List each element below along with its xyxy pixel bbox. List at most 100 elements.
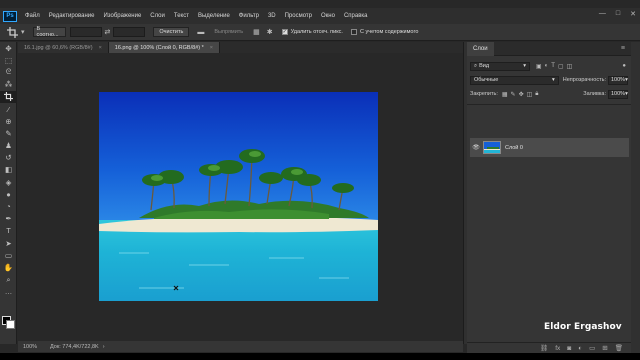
lock-fill-row: Закрепить: ▦ ✎ ✥ ◫ 🔒︎ Заливка: 100% ▾	[467, 88, 631, 100]
delete-layer-icon[interactable]: 🗑︎	[615, 344, 623, 352]
options-bar: ▾ В соотно... ⇄ Очистить ▬ Выпрямить ▦ ✱…	[0, 24, 640, 41]
gear-icon[interactable]: ✱	[267, 28, 273, 36]
photoshop-window: Ps Файл Редактирование Изображение Слои …	[0, 0, 640, 353]
lasso-tool-icon[interactable]: ᘓ	[0, 66, 17, 78]
magic-wand-tool-icon[interactable]: ⁂	[0, 79, 17, 91]
filter-pixel-icon[interactable]: ▣	[536, 63, 542, 70]
delete-cropped-pixels-label: Удалить отсеч. пикс.	[290, 29, 343, 35]
type-tool-icon[interactable]: T	[0, 225, 17, 237]
opacity-value: 100%	[611, 77, 626, 83]
hand-tool-icon[interactable]: ✋	[0, 261, 17, 273]
content-aware-checkbox[interactable]: С учетом содержимого	[350, 29, 419, 35]
dodge-tool-icon[interactable]: ◔	[0, 200, 17, 212]
background-color-swatch[interactable]	[6, 320, 15, 329]
layer-row-layer-0[interactable]: 👁︎ Слой 0	[470, 138, 629, 157]
adjustment-layer-icon[interactable]: ◐	[578, 345, 582, 352]
crop-tool-preset-icon[interactable]	[4, 26, 20, 39]
zoom-level[interactable]: 100%	[23, 344, 45, 350]
lock-label: Закрепить:	[470, 91, 498, 97]
filter-adjustment-icon[interactable]: ◐	[545, 63, 549, 69]
panel-menu-icon[interactable]: ≡	[621, 45, 625, 52]
width-input[interactable]	[69, 27, 102, 37]
chevron-right-icon[interactable]: ›	[103, 344, 105, 350]
chevron-down-icon[interactable]: ▾	[21, 28, 25, 36]
content-aware-label: С учетом содержимого	[359, 29, 419, 35]
close-icon[interactable]: ×	[210, 45, 213, 51]
layer-filter-row: ⌕ Вид ▾ ▣ ◐ T ▢ ◫ ●	[467, 60, 631, 72]
tab-layers[interactable]: Слои	[467, 41, 494, 56]
blend-mode-select[interactable]: Обычные ▾	[470, 75, 559, 85]
ratio-select[interactable]: В соотно...	[32, 26, 66, 38]
filter-toggle-icon[interactable]: ●	[622, 63, 626, 69]
checkbox-unchecked-icon	[350, 29, 357, 35]
straighten-button[interactable]: Выпрямить	[208, 27, 249, 37]
swap-icon[interactable]: ⇄	[105, 28, 111, 36]
zoom-tool-icon[interactable]: ⌕	[0, 274, 17, 286]
menu-select[interactable]: Выделение	[198, 13, 230, 19]
shape-tool-icon[interactable]: ▭	[0, 249, 17, 261]
eraser-tool-icon[interactable]: ◧	[0, 164, 17, 176]
delete-cropped-pixels-checkbox[interactable]: ✓ Удалить отсеч. пикс.	[281, 29, 343, 35]
menu-filter[interactable]: Фильтр	[239, 13, 259, 19]
overlay-grid-icon[interactable]: ▦	[253, 28, 260, 36]
opacity-input[interactable]: 100% ▾	[608, 75, 628, 85]
filter-smart-object-icon[interactable]: ◫	[567, 63, 573, 70]
history-brush-tool-icon[interactable]: ↺	[0, 152, 17, 164]
menu-layers[interactable]: Слои	[150, 13, 165, 19]
minimize-button[interactable]: —	[599, 10, 606, 18]
menu-view[interactable]: Просмотр	[285, 13, 312, 19]
status-bar: 100% Док: 774,4K/722,8K ›	[18, 341, 463, 352]
filter-type-icon[interactable]: T	[551, 63, 555, 69]
straighten-button-label: Выпрямить	[214, 29, 244, 35]
paint-bucket-tool-icon[interactable]: ◈	[0, 176, 17, 188]
lock-image-icon[interactable]: ✎	[511, 91, 516, 98]
eye-icon[interactable]: 👁︎	[470, 144, 482, 151]
link-layers-icon[interactable]: ⛓	[540, 344, 548, 352]
menu-edit[interactable]: Редактирование	[49, 13, 95, 19]
height-input[interactable]	[113, 27, 146, 37]
straighten-icon[interactable]: ▬	[197, 29, 204, 36]
healing-brush-tool-icon[interactable]: ⊕	[0, 115, 17, 127]
tab-16-png[interactable]: 16.png @ 100% (Слой 0, RGB/8#) * ×	[108, 42, 220, 53]
color-swatches[interactable]	[2, 316, 16, 330]
filter-shape-icon[interactable]: ▢	[558, 63, 564, 70]
menu-window[interactable]: Окно	[321, 13, 335, 19]
menu-help[interactable]: Справка	[344, 13, 368, 19]
close-button[interactable]: ✕	[630, 10, 636, 18]
document-image-tropical-island[interactable]	[99, 92, 378, 301]
move-tool-icon[interactable]: ✥	[0, 42, 17, 54]
layer-filter-select[interactable]: ⌕ Вид ▾	[470, 61, 530, 71]
clear-button[interactable]: Очистить	[153, 27, 190, 37]
layers-tab-label: Слои	[473, 45, 488, 52]
tab-16-1-jpg[interactable]: 16.1.jpg @ 60,6% (RGB/8#) ×	[18, 42, 109, 53]
more-tools-icon[interactable]: …	[0, 286, 17, 298]
clone-stamp-tool-icon[interactable]: ♟	[0, 140, 17, 152]
new-layer-icon[interactable]: ⊞	[602, 344, 607, 352]
lock-transparency-icon[interactable]: ▦	[502, 91, 508, 98]
menu-type[interactable]: Текст	[174, 13, 189, 19]
crop-tool-icon[interactable]	[0, 90, 17, 103]
opacity-label: Непрозрачность:	[562, 77, 606, 83]
menu-file[interactable]: Файл	[25, 13, 40, 19]
blur-tool-icon[interactable]: ●	[0, 188, 17, 200]
layer-filter-value: Вид	[479, 63, 490, 69]
new-group-icon[interactable]: ▭	[589, 344, 595, 352]
path-selection-tool-icon[interactable]: ➤	[0, 237, 17, 249]
tab-label: 16.1.jpg @ 60,6% (RGB/8#)	[24, 44, 93, 51]
eyedropper-tool-icon[interactable]: ⁄	[0, 103, 17, 115]
menu-3d[interactable]: 3D	[268, 13, 276, 19]
brush-tool-icon[interactable]: ✎	[0, 127, 17, 139]
lock-position-icon[interactable]: ✥	[519, 91, 524, 98]
lock-artboard-icon[interactable]: ◫	[527, 91, 533, 98]
maximize-button[interactable]: □	[616, 10, 620, 18]
close-icon[interactable]: ×	[99, 45, 102, 51]
canvas-area[interactable]	[18, 53, 463, 340]
layer-style-icon[interactable]: fx	[555, 345, 560, 352]
lock-all-icon[interactable]: 🔒︎	[535, 91, 538, 98]
panel-dock-strip	[631, 42, 640, 353]
add-mask-icon[interactable]: ◙	[567, 345, 571, 352]
fill-input[interactable]: 100% ▾	[608, 89, 628, 99]
marquee-tool-icon[interactable]: ⬚	[0, 54, 17, 66]
menu-image[interactable]: Изображение	[103, 13, 141, 19]
pen-tool-icon[interactable]: ✒	[0, 213, 17, 225]
